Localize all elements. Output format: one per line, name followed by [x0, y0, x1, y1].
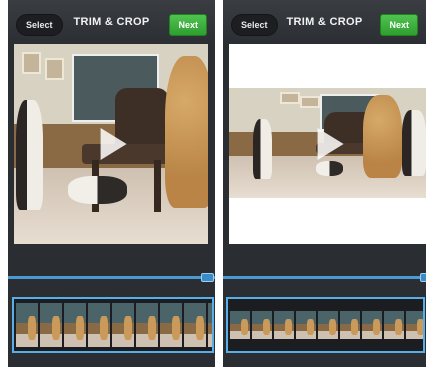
filmstrip-frame	[112, 303, 134, 347]
screen-title: TRIM & CROP	[286, 16, 363, 28]
filmstrip-frame	[88, 303, 110, 347]
filmstrip-frame	[406, 311, 423, 339]
trim-handle[interactable]	[201, 273, 214, 282]
top-bar: Select TRIM & CROP Next	[8, 0, 215, 44]
filmstrip[interactable]	[226, 297, 425, 353]
filmstrip[interactable]	[12, 297, 214, 353]
select-button[interactable]: Select	[231, 14, 278, 36]
select-button[interactable]: Select	[16, 14, 63, 36]
dog-golden	[362, 94, 403, 179]
video-preview[interactable]	[229, 44, 426, 244]
filmstrip-frame	[136, 303, 158, 347]
filmstrip-frame	[384, 311, 404, 339]
wall-picture	[299, 95, 320, 108]
dog-black-white	[402, 110, 426, 176]
screen-original: Select TRIM & CROP Next	[8, 0, 215, 367]
wall-picture	[280, 92, 300, 105]
trim-track[interactable]	[223, 276, 426, 279]
trim-handle[interactable]	[420, 273, 426, 282]
filmstrip-frame	[184, 303, 206, 347]
filmstrip-frame	[16, 303, 38, 347]
play-icon[interactable]	[317, 128, 344, 160]
dog-black-white	[15, 100, 44, 210]
filmstrip-frame	[362, 311, 382, 339]
filmstrip-frame	[296, 311, 316, 339]
filmstrip-frame	[340, 311, 360, 339]
filmstrip-frame	[318, 311, 338, 339]
screen-title: TRIM & CROP	[73, 16, 150, 28]
filmstrip-frame	[160, 303, 182, 347]
dog-lying	[68, 176, 127, 204]
screen-cropped: Select TRIM & CROP Next	[223, 0, 426, 367]
play-icon[interactable]	[100, 128, 127, 160]
dog-lying	[315, 160, 344, 176]
top-bar: Select TRIM & CROP Next	[223, 0, 426, 44]
video-preview[interactable]	[14, 44, 208, 244]
filmstrip-frame	[40, 303, 62, 347]
filmstrip-frame	[252, 311, 272, 339]
filmstrip-frame	[64, 303, 86, 347]
trim-track[interactable]	[8, 276, 215, 279]
dog-golden	[165, 56, 208, 208]
next-button[interactable]: Next	[169, 14, 207, 36]
filmstrip-frame	[208, 303, 212, 347]
next-button[interactable]: Next	[380, 14, 418, 36]
filmstrip-frame	[230, 311, 250, 339]
filmstrip-frame	[274, 311, 294, 339]
wall-picture	[45, 58, 65, 80]
wall-picture	[21, 52, 42, 74]
dog-black-white	[252, 118, 273, 180]
